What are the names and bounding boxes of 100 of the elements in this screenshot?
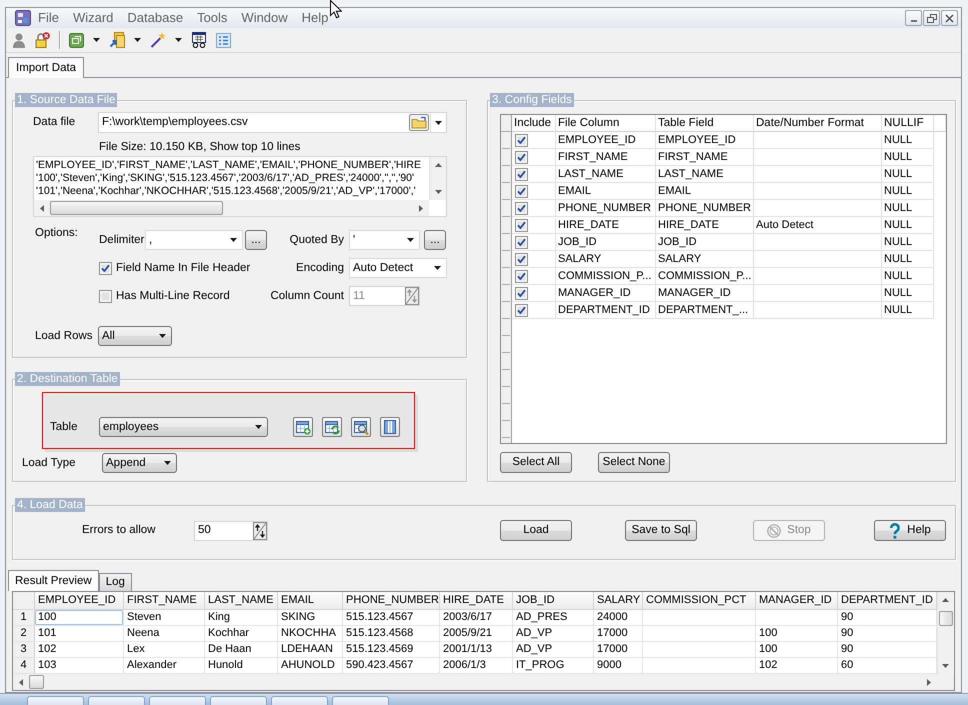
table-cell[interactable]: SKING <box>278 610 343 626</box>
table-cell[interactable]: 2003/6/17 <box>440 610 513 626</box>
column-header[interactable]: Date/Number Format <box>754 115 882 132</box>
person-icon[interactable] <box>13 32 25 48</box>
checkbox[interactable] <box>515 218 528 232</box>
right-arrow-icon[interactable] <box>419 204 423 212</box>
list-icon[interactable] <box>216 32 231 48</box>
checkbox[interactable] <box>515 252 528 266</box>
table-magnifier-button[interactable] <box>351 417 371 437</box>
table-cell[interactable] <box>756 610 838 626</box>
checkbox[interactable] <box>99 290 112 302</box>
table-cell[interactable]: 17000 <box>594 642 643 658</box>
checkbox[interactable] <box>515 236 528 248</box>
load-rows-dropdown[interactable]: All <box>98 326 172 346</box>
checkbox[interactable] <box>515 150 528 164</box>
checkbox[interactable] <box>515 168 528 180</box>
scrollbar-thumb[interactable] <box>29 675 44 689</box>
table-cell[interactable] <box>643 610 756 626</box>
scrollbar-thumb[interactable] <box>50 201 223 215</box>
column-header[interactable]: Include <box>512 115 556 132</box>
table-cell[interactable]: 515.123.4569 <box>343 642 440 658</box>
table-cell[interactable]: Lex <box>124 642 205 658</box>
table-cell[interactable]: 101 <box>35 626 124 642</box>
table-cell[interactable]: AD_PRES <box>513 610 594 626</box>
ellipsis-button[interactable]: ... <box>245 230 267 250</box>
table-cell[interactable]: LDEHAAN <box>278 642 343 658</box>
table-cell[interactable]: 24000 <box>594 610 643 626</box>
caret-icon[interactable] <box>134 38 141 42</box>
table-plus-button[interactable] <box>293 417 313 437</box>
vertical-scrollbar[interactable] <box>937 592 953 674</box>
table-cell[interactable]: Kochhar <box>205 626 278 642</box>
tab[interactable]: Log <box>98 573 132 591</box>
padlock-x-icon[interactable] <box>34 32 50 48</box>
checkbox[interactable] <box>515 286 528 300</box>
table-cell[interactable]: King <box>205 610 278 626</box>
delimiter-dropdown[interactable]: , <box>145 230 243 250</box>
wand-icon[interactable] <box>150 32 166 48</box>
table-cell[interactable] <box>643 642 756 658</box>
column-header[interactable]: COMMISSION_PCT <box>643 592 756 610</box>
vertical-scrollbar[interactable] <box>429 157 446 200</box>
table-cell[interactable]: AD_VP <box>513 626 594 642</box>
table-cell[interactable]: De Haan <box>205 642 278 658</box>
checkbox[interactable] <box>515 184 528 198</box>
restore-button[interactable] <box>923 10 940 26</box>
checkbox[interactable] <box>99 262 112 274</box>
column-header[interactable]: MANAGER_ID <box>756 592 838 610</box>
table-cell[interactable]: 515.123.4568 <box>343 626 440 642</box>
save-to-sql-button[interactable]: Save to Sql <box>625 520 697 541</box>
ellipsis-button[interactable]: ... <box>424 230 446 250</box>
checkbox[interactable] <box>515 304 528 316</box>
down-arrow-icon[interactable] <box>942 664 949 668</box>
data-file-field[interactable]: F:\work\temp\employees.csv <box>98 112 447 133</box>
folder-icon[interactable] <box>409 114 429 131</box>
menu-item[interactable]: Wizard <box>72 10 114 26</box>
table-dropdown[interactable]: employees <box>99 417 268 437</box>
menu-item[interactable]: File <box>38 10 59 26</box>
table-cell[interactable]: 515.123.4567 <box>343 610 440 626</box>
column-header[interactable]: File Column <box>556 115 656 132</box>
left-arrow-icon[interactable] <box>40 204 44 212</box>
menu-item[interactable]: Tools <box>197 10 228 26</box>
checkbox[interactable] <box>515 202 528 214</box>
left-arrow-icon[interactable] <box>19 678 23 686</box>
load-button[interactable]: Load <box>500 520 572 541</box>
checkbox[interactable] <box>515 134 528 146</box>
column-header[interactable]: Table Field <box>656 115 754 132</box>
table-cell[interactable]: NKOCHHA <box>278 626 343 642</box>
table-cell[interactable]: 17000 <box>594 626 643 642</box>
table-arrows-button[interactable] <box>322 417 342 437</box>
down-arrow-icon[interactable] <box>434 190 442 194</box>
up-arrow-icon[interactable] <box>942 598 949 602</box>
encoding-dropdown[interactable]: Auto Detect <box>349 258 447 278</box>
close-button[interactable] <box>941 10 958 26</box>
menu-item[interactable]: Window <box>241 10 288 26</box>
table-grid-icon[interactable] <box>191 32 207 48</box>
load-type-dropdown[interactable]: Append <box>102 453 177 473</box>
tab[interactable]: Result Preview <box>8 570 99 591</box>
column-header[interactable]: PHONE_NUMBER <box>343 592 440 610</box>
horizontal-scrollbar[interactable] <box>34 200 429 216</box>
horizontal-scrollbar[interactable] <box>13 674 937 690</box>
checkbox[interactable] <box>515 270 528 282</box>
window-icon[interactable] <box>69 32 84 48</box>
caret-icon[interactable] <box>93 38 100 42</box>
menu-item[interactable]: Help <box>302 10 328 26</box>
column-header[interactable]: FIRST_NAME <box>124 592 205 610</box>
column-header[interactable]: HIRE_DATE <box>440 592 513 610</box>
table-cell[interactable]: 100 <box>35 610 124 626</box>
table-cell[interactable]: AD_VP <box>513 642 594 658</box>
tab[interactable]: Import Data <box>8 57 84 78</box>
right-arrow-icon[interactable] <box>927 678 931 686</box>
menu-item[interactable]: Database <box>127 10 184 26</box>
column-header[interactable]: NULLIF <box>882 115 934 132</box>
errors-spinner[interactable]: 50 <box>194 520 268 540</box>
column-header[interactable]: SALARY <box>594 592 643 610</box>
help-button[interactable]: Help <box>874 520 946 541</box>
table-cell[interactable]: 100 <box>756 626 838 642</box>
up-arrow-icon[interactable] <box>434 163 442 167</box>
column-header[interactable]: DEPARTMENT_ID <box>838 592 937 610</box>
column-header[interactable]: LAST_NAME <box>205 592 278 610</box>
table-cell[interactable] <box>643 626 756 642</box>
column-header[interactable]: JOB_ID <box>513 592 594 610</box>
